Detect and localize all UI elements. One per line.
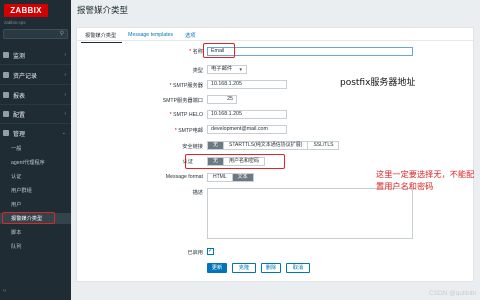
- list-icon: [3, 72, 9, 78]
- sub-item-authentication[interactable]: 认证: [0, 171, 71, 182]
- type-value: 电子邮件: [211, 66, 233, 72]
- security-option-starttls[interactable]: STARTTLS(纯文本通信协议扩展): [224, 142, 309, 149]
- main-content: 报警媒介类型 报警媒介类型 Message templates 选项 * 名称 …: [71, 0, 480, 300]
- nav-label: 监测: [13, 53, 26, 60]
- sub-item-scripts[interactable]: 脚本: [0, 227, 71, 238]
- divider: [0, 64, 71, 65]
- annotation-auth-note: 这里一定要选择无，不能配置用户名和密码: [376, 169, 475, 191]
- chevron-down-icon: ▼: [238, 67, 243, 72]
- description-textarea[interactable]: [207, 188, 413, 239]
- smtp-server-input[interactable]: 10.168.1.205: [207, 80, 287, 89]
- clone-button[interactable]: 克隆: [232, 263, 256, 273]
- enabled-label: 已启用: [187, 250, 203, 256]
- auth-label: 认证: [182, 159, 193, 165]
- divider: [0, 84, 71, 85]
- auth-segmented: 无 用户名和密码: [207, 157, 266, 166]
- security-label: 安全链接: [182, 144, 203, 150]
- update-button[interactable]: 更新: [207, 263, 227, 273]
- format-option-html[interactable]: HTML: [208, 174, 233, 181]
- sidebar: ZABBIX zabbix-cps ⚲ 监测 › 资产记录 › 报表 › 配置 …: [0, 0, 71, 300]
- sub-item-queue[interactable]: 队列: [0, 241, 71, 252]
- smtp-helo-input[interactable]: 10.168.1.205: [207, 110, 287, 119]
- highlight-box: [2, 212, 55, 224]
- zabbix-logo[interactable]: ZABBIX: [4, 4, 48, 17]
- smtp-server-label: * SMTP服务器: [169, 83, 203, 89]
- smtp-email-label: * SMTP电邮: [174, 128, 203, 134]
- nav-label: 资产记录: [13, 73, 38, 80]
- message-format-label: Message format: [165, 174, 203, 180]
- delete-button[interactable]: 删除: [261, 263, 281, 273]
- enabled-checkbox[interactable]: ✓: [207, 248, 214, 255]
- page-title: 报警媒介类型: [77, 5, 129, 15]
- nav-label: 配置: [13, 112, 26, 119]
- security-option-ssl-tls[interactable]: SSL/TLS: [308, 142, 339, 149]
- type-label: 类型: [192, 68, 203, 74]
- server-name: zabbix-cps: [4, 20, 26, 25]
- name-input[interactable]: Email: [207, 47, 413, 56]
- nav-label: 管理: [13, 131, 26, 138]
- nav-item-reports[interactable]: 报表 ›: [0, 87, 71, 103]
- chevron-right-icon: ›: [64, 72, 66, 78]
- annotation-postfix: postfix服务器地址: [340, 78, 416, 88]
- form-card: 报警媒介类型 Message templates 选项 * 名称 Email 类…: [76, 27, 474, 282]
- chevron-right-icon: ›: [64, 52, 66, 58]
- sub-item-general[interactable]: 一般: [0, 143, 71, 154]
- nav-item-configuration[interactable]: 配置 ›: [0, 106, 71, 122]
- smtp-port-label: SMTP服务器端口: [162, 98, 203, 104]
- sub-item-proxies[interactable]: agent代理程序: [0, 157, 71, 168]
- security-segmented: 无 STARTTLS(纯文本通信协议扩展) SSL/TLS: [207, 141, 340, 150]
- smtp-email-input[interactable]: development@mail.com: [207, 125, 287, 134]
- wrench-icon: [3, 111, 9, 117]
- search-icon: ⚲: [59, 31, 64, 37]
- eye-icon: [3, 52, 9, 58]
- nav-item-monitoring[interactable]: 监测 ›: [0, 47, 71, 63]
- chevron-right-icon: ›: [64, 92, 66, 98]
- type-select[interactable]: 电子邮件 ▼: [207, 65, 247, 74]
- app-window: ZABBIX zabbix-cps ⚲ 监测 › 资产记录 › 报表 › 配置 …: [0, 0, 480, 300]
- report-icon: [3, 92, 9, 98]
- name-label: * 名称: [189, 49, 203, 55]
- description-label: 描述: [192, 190, 203, 196]
- nav-item-inventory[interactable]: 资产记录 ›: [0, 67, 71, 83]
- watermark: CSDN @qulibibi: [428, 290, 476, 297]
- auth-option-none[interactable]: 无: [208, 158, 225, 165]
- chevron-down-icon: ⌄: [61, 130, 66, 136]
- cancel-button[interactable]: 取消: [286, 263, 310, 273]
- smtp-helo-label: * SMTP HELO: [169, 112, 203, 118]
- security-option-none[interactable]: 无: [208, 142, 225, 149]
- format-option-text[interactable]: 文本: [232, 174, 253, 181]
- divider: [77, 40, 473, 41]
- collapse-icon[interactable]: ‹‹: [3, 288, 6, 294]
- highlight-box: [203, 43, 235, 58]
- nav-item-administration[interactable]: 管理 ⌄: [0, 125, 71, 141]
- smtp-port-input[interactable]: 25: [207, 95, 237, 104]
- divider: [0, 104, 71, 105]
- divider: [0, 123, 71, 124]
- sub-item-user-groups[interactable]: 用户群组: [0, 185, 71, 196]
- auth-option-username-password[interactable]: 用户名和密码: [224, 158, 265, 165]
- message-format-segmented: HTML 文本: [207, 173, 254, 182]
- chevron-right-icon: ›: [64, 111, 66, 117]
- sidebar-search-input[interactable]: ⚲: [3, 29, 68, 39]
- sub-item-users[interactable]: 用户: [0, 199, 71, 210]
- nav-label: 报表: [13, 93, 26, 100]
- gear-icon: [3, 130, 9, 136]
